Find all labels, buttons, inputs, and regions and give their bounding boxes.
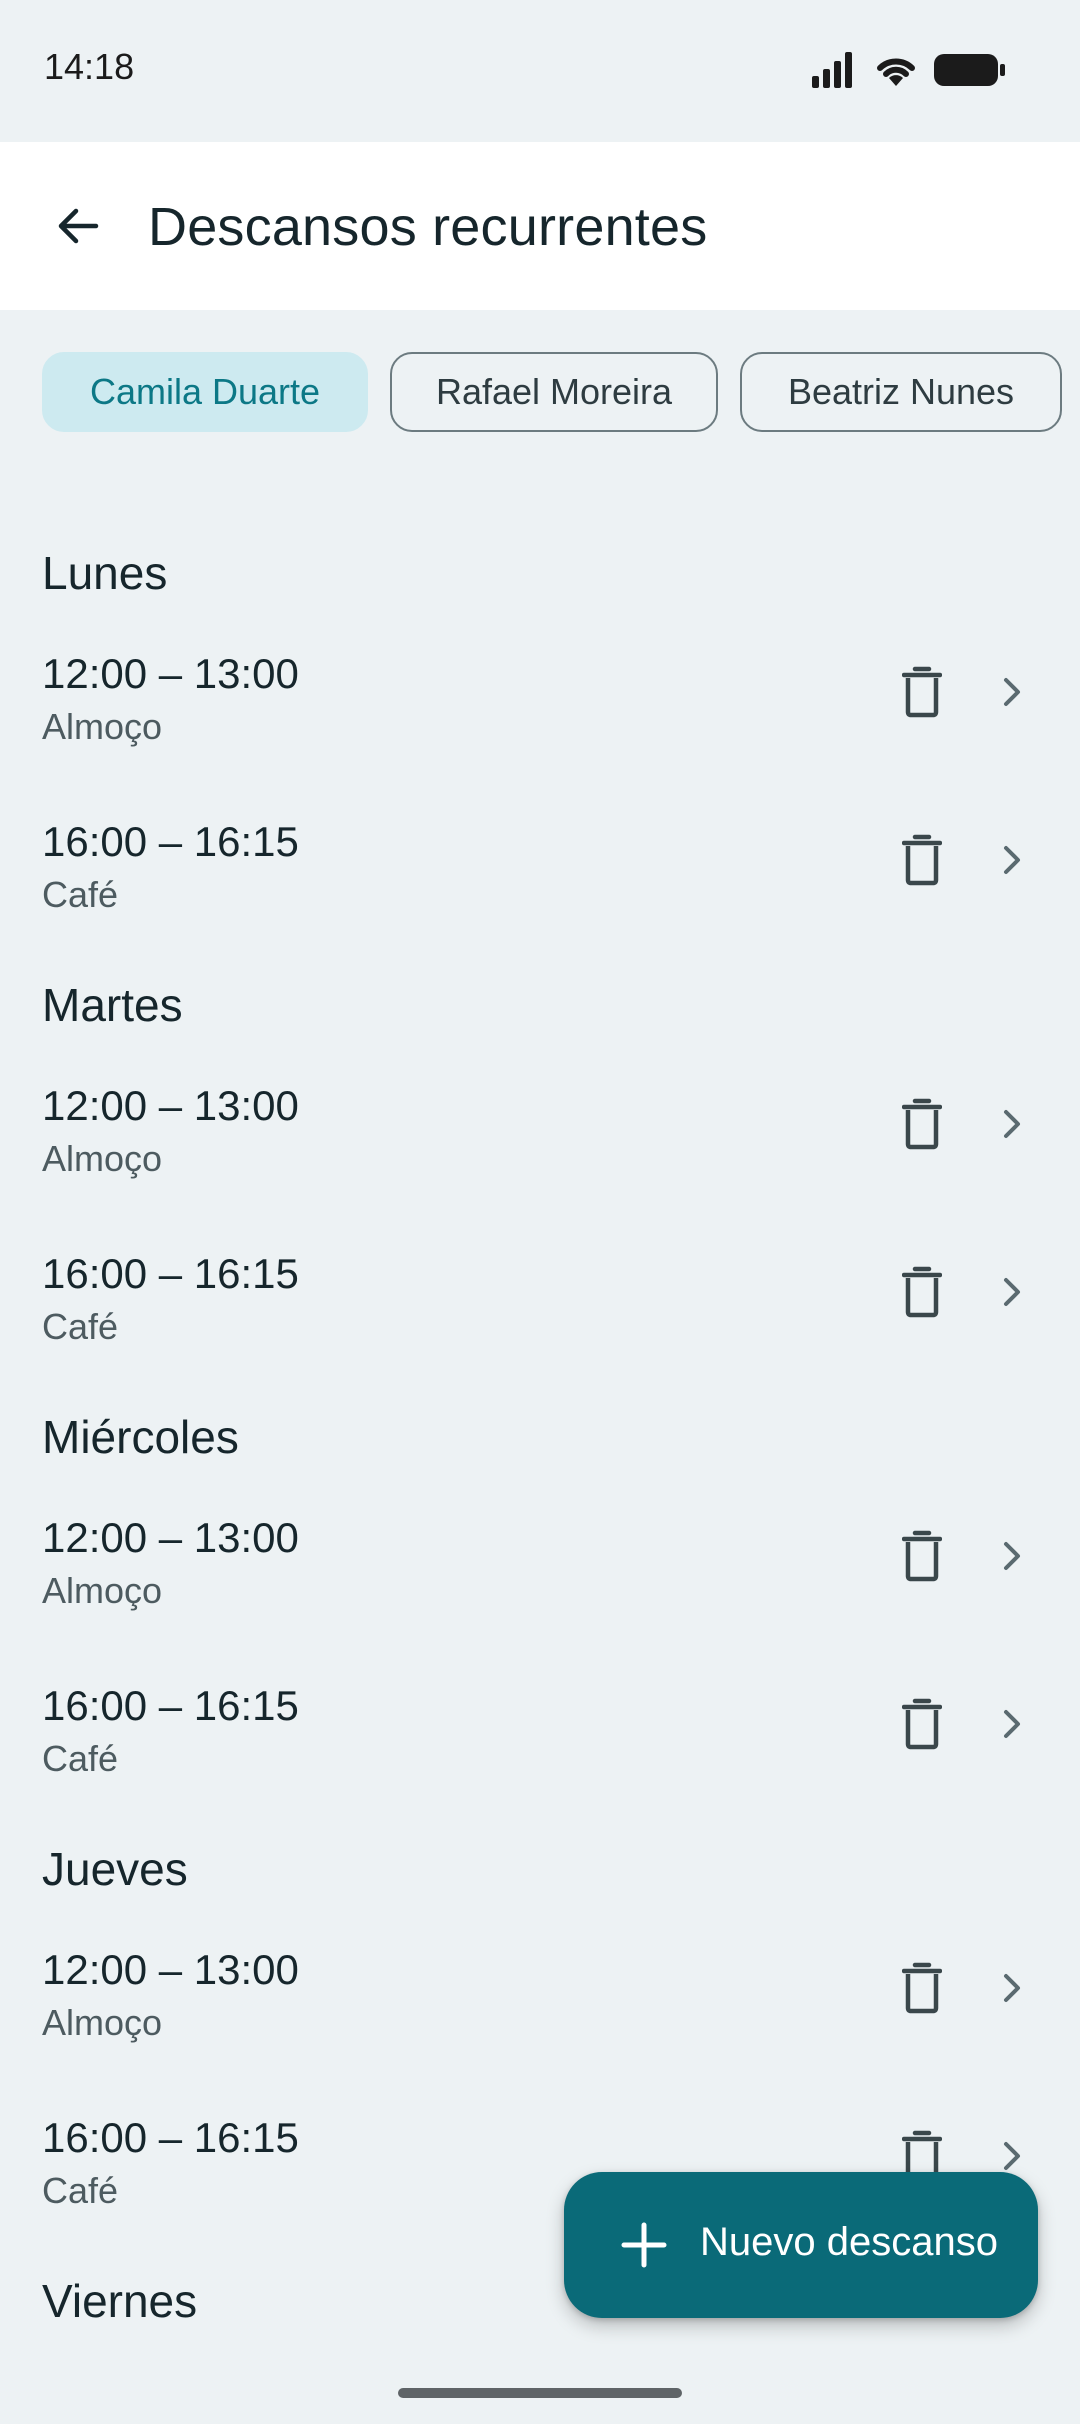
break-row[interactable]: 16:00 – 16:15 Café (0, 1682, 1080, 1850)
status-time: 14:18 (44, 46, 135, 87)
break-time: 12:00 – 13:00 (42, 1946, 299, 1993)
battery-icon (934, 52, 1006, 88)
break-time: 16:00 – 16:15 (42, 1682, 299, 1729)
delete-icon[interactable] (892, 1958, 952, 2018)
break-label: Café (42, 2170, 119, 2211)
chevron-right-icon[interactable] (994, 1270, 1030, 1314)
chip-camila-duarte[interactable]: Camila Duarte (42, 352, 368, 432)
signal-icon (812, 52, 858, 88)
status-bar: 14:18 (0, 0, 1080, 142)
day-header-viernes: Viernes (42, 2275, 198, 2327)
break-time: 12:00 – 13:00 (42, 1514, 299, 1561)
chevron-right-icon[interactable] (994, 1102, 1030, 1146)
arrow-back-icon (58, 208, 99, 244)
chevron-right-icon[interactable] (994, 1702, 1030, 1746)
chip-beatriz-nunes[interactable]: Beatriz Nunes (740, 352, 1062, 432)
day-header-miercoles: Miércoles (42, 1411, 239, 1463)
chevron-right-icon[interactable] (994, 670, 1030, 714)
break-row[interactable]: 16:00 – 16:15 Café (0, 1250, 1080, 1418)
break-time: 16:00 – 16:15 (42, 1250, 299, 1297)
delete-icon[interactable] (892, 662, 952, 722)
day-header-martes: Martes (42, 979, 183, 1031)
break-label: Almoço (42, 1138, 163, 1179)
day-header-lunes: Lunes (42, 547, 168, 599)
break-label: Café (42, 1306, 119, 1347)
break-row[interactable]: 12:00 – 13:00 Almoço (0, 650, 1080, 818)
new-break-label: Nuevo descanso (700, 2220, 998, 2264)
delete-icon[interactable] (892, 830, 952, 890)
break-time: 12:00 – 13:00 (42, 1082, 299, 1129)
wifi-icon (874, 52, 918, 88)
break-time: 16:00 – 16:15 (42, 818, 299, 865)
back-button[interactable] (30, 178, 126, 274)
delete-icon[interactable] (892, 1694, 952, 1754)
chevron-right-icon[interactable] (994, 1966, 1030, 2010)
break-row[interactable]: 12:00 – 13:00 Almoço (0, 1082, 1080, 1250)
app-bar: Descansos recurrentes (0, 142, 1080, 310)
chevron-right-icon[interactable] (994, 838, 1030, 882)
plus-icon (621, 2222, 667, 2268)
home-indicator[interactable] (398, 2388, 682, 2398)
break-row[interactable]: 12:00 – 13:00 Almoço (0, 1946, 1080, 2114)
break-label: Café (42, 1738, 119, 1779)
delete-icon[interactable] (892, 1094, 952, 1154)
break-row[interactable]: 16:00 – 16:15 Café (0, 818, 1080, 986)
break-time: 16:00 – 16:15 (42, 2114, 299, 2161)
new-break-button[interactable]: Nuevo descanso (564, 2172, 1038, 2318)
break-label: Almoço (42, 1570, 163, 1611)
page-title: Descansos recurrentes (148, 197, 708, 257)
break-row[interactable]: 12:00 – 13:00 Almoço (0, 1514, 1080, 1682)
break-time: 12:00 – 13:00 (42, 650, 299, 697)
employee-chips: Camila Duarte Rafael Moreira Beatriz Nun… (42, 352, 1062, 436)
chevron-right-icon[interactable] (994, 1534, 1030, 1578)
chip-rafael-moreira[interactable]: Rafael Moreira (390, 352, 718, 432)
break-label: Café (42, 874, 119, 915)
status-icons (812, 52, 1006, 88)
delete-icon[interactable] (892, 1526, 952, 1586)
break-label: Almoço (42, 706, 163, 747)
day-header-jueves: Jueves (42, 1843, 188, 1895)
delete-icon[interactable] (892, 1262, 952, 1322)
break-label: Almoço (42, 2002, 163, 2043)
